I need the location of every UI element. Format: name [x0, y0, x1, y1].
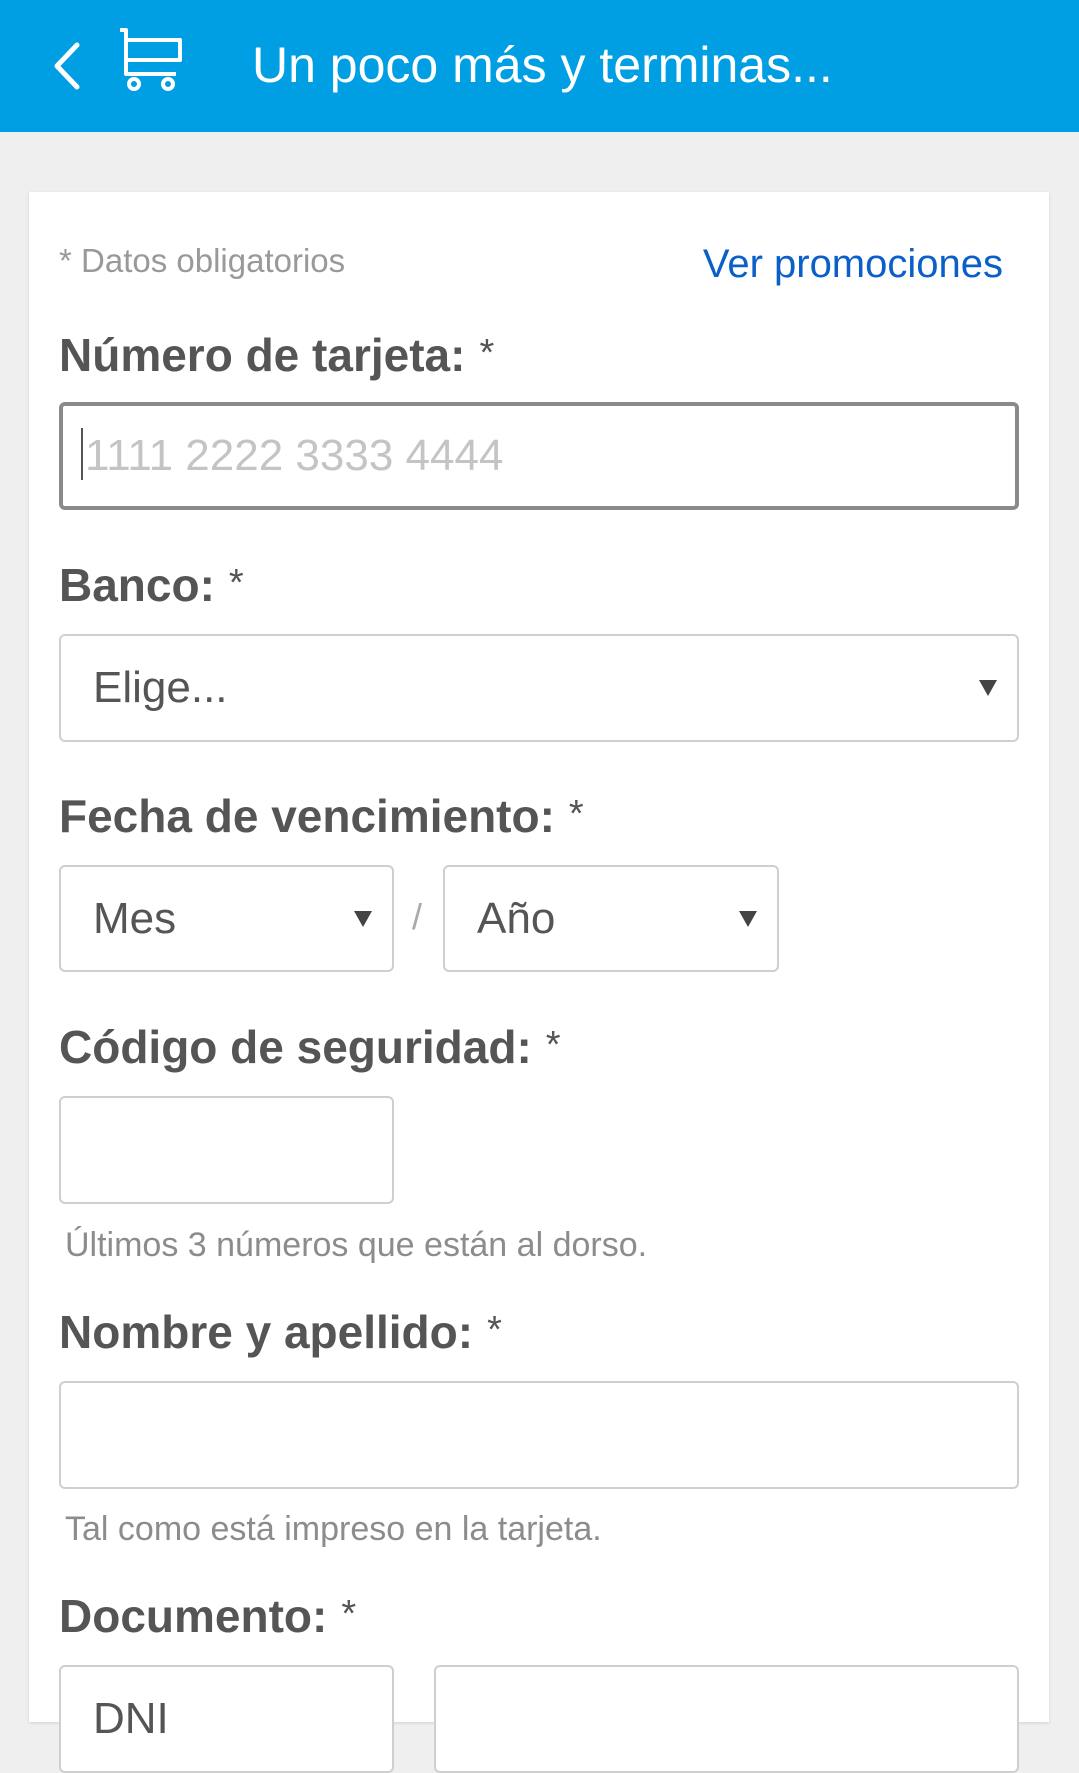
card-number-label-text: Número de tarjeta: — [59, 329, 466, 381]
required-mark: * — [228, 562, 244, 604]
expiry-month-select[interactable]: Mes — [59, 865, 394, 972]
chevron-left-icon — [54, 42, 80, 90]
document-number-input[interactable] — [434, 1665, 1019, 1773]
security-code-input[interactable] — [59, 1096, 394, 1204]
bank-selected-value: Elige... — [93, 663, 228, 712]
card-number-label: Número de tarjeta: * — [59, 328, 494, 382]
payment-form-card: * Datos obligatorios Ver promociones Núm… — [29, 192, 1049, 1773]
document-label-text: Documento: — [59, 1590, 328, 1642]
required-fields-note: * Datos obligatorios — [59, 242, 346, 279]
required-mark: * — [545, 1024, 561, 1066]
bank-label-text: Banco: — [59, 559, 215, 611]
required-mark: * — [487, 1309, 502, 1351]
card-number-placeholder: 1111 2222 3333 4444 — [85, 431, 504, 480]
expiry-month-value: Mes — [93, 893, 177, 943]
required-mark: * — [479, 332, 495, 374]
dropdown-arrow-icon — [979, 680, 997, 696]
shopping-cart-icon[interactable] — [116, 26, 184, 92]
security-code-hint: Últimos 3 números que están al dorso. — [65, 1226, 648, 1264]
dropdown-arrow-icon — [354, 910, 372, 927]
required-mark: * — [341, 1593, 357, 1635]
full-name-hint: Tal como está impreso en la tarjeta. — [65, 1510, 602, 1548]
security-code-label-text: Código de seguridad: — [59, 1021, 532, 1073]
text-cursor — [81, 428, 83, 480]
full-name-label-text: Nombre y apellido: — [59, 1306, 474, 1358]
full-name-label: Nombre y apellido: * — [59, 1305, 502, 1359]
security-code-label: Código de seguridad: * — [59, 1020, 561, 1074]
document-label: Documento: * — [59, 1589, 356, 1643]
bank-select[interactable]: Elige... — [59, 634, 1019, 742]
page-title: Un poco más y terminas... — [252, 37, 833, 93]
back-button[interactable] — [36, 30, 96, 102]
expiry-date-label-text: Fecha de vencimiento: — [59, 790, 555, 842]
required-mark: * — [568, 793, 584, 835]
expiry-date-label: Fecha de vencimiento: * — [59, 789, 584, 843]
full-name-input[interactable] — [59, 1381, 1019, 1489]
document-type-value: DNI — [93, 1694, 169, 1743]
expiry-year-value: Año — [477, 893, 556, 943]
date-separator: / — [412, 896, 423, 937]
app-bar: Un poco más y terminas... — [0, 0, 1079, 132]
document-type-select[interactable]: DNI — [59, 1665, 394, 1773]
expiry-year-select[interactable]: Año — [443, 865, 779, 972]
view-promotions-link[interactable]: Ver promociones — [703, 242, 1003, 287]
dropdown-arrow-icon — [739, 910, 757, 927]
bank-label: Banco: * — [59, 558, 244, 612]
card-number-input[interactable]: 1111 2222 3333 4444 — [59, 402, 1019, 510]
